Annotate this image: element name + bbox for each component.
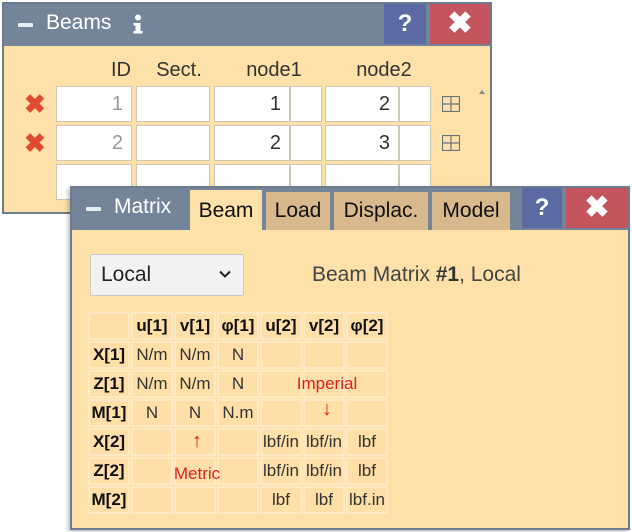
minimize-icon[interactable] — [18, 23, 33, 27]
tab-beam[interactable]: Beam — [190, 190, 262, 232]
frame-select-value: Local — [101, 263, 152, 286]
column-header-node1: node1 — [246, 59, 302, 81]
beam-id-field[interactable]: 1 — [56, 86, 132, 122]
matrix-column-header: u[2] — [260, 312, 302, 340]
matrix-cell: lbf — [303, 486, 345, 514]
matrix-cell: N — [217, 341, 259, 369]
imperial-label: Imperial — [296, 374, 358, 393]
tab-model[interactable]: Model — [432, 192, 510, 230]
beam-node2-extra-field[interactable] — [399, 86, 431, 122]
matrix-cell: N/m — [131, 341, 173, 369]
matrix-cell: lbf — [346, 457, 388, 485]
matrix-cell — [174, 486, 216, 514]
matrix-row-header: X[2] — [88, 428, 130, 456]
matrix-cell: N/m — [174, 370, 216, 398]
matrix-row-header: X[1] — [88, 341, 130, 369]
matrix-cell — [346, 341, 388, 369]
matrix-cell: lbf.in — [346, 486, 388, 514]
delete-row-icon[interactable]: ✖ — [24, 91, 46, 117]
beam-node1-field[interactable]: 1 — [214, 86, 290, 122]
close-button[interactable]: ✖ — [430, 4, 490, 44]
matrix-title: Matrix — [114, 195, 172, 218]
matrix-corner-cell — [88, 312, 130, 340]
help-button[interactable]: ? — [522, 188, 562, 228]
matrix-cell: N — [217, 370, 259, 398]
frame-select[interactable]: Local — [90, 254, 244, 296]
delete-row-icon[interactable]: ✖ — [24, 130, 46, 156]
matrix-cell — [260, 399, 302, 427]
beam-id-field[interactable]: 2 — [56, 125, 132, 161]
matrix-titlebar[interactable]: Matrix Beam Load Displac. Model ? ✖ — [72, 188, 628, 232]
up-arrow-icon: ↑ — [192, 430, 202, 452]
matrix-row-header: Z[1] — [88, 370, 130, 398]
column-header-id: ID — [111, 59, 131, 81]
matrix-cell: N.m — [217, 399, 259, 427]
table-grid-icon[interactable] — [442, 96, 460, 112]
matrix-column-header: v[2] — [303, 312, 345, 340]
matrix-cell: N — [174, 399, 216, 427]
column-header-sect: Sect. — [156, 59, 202, 81]
matrix-column-header: φ[1] — [217, 312, 259, 340]
matrix-cell — [131, 428, 173, 456]
help-button[interactable]: ? — [384, 4, 426, 44]
matrix-cell — [346, 399, 388, 427]
matrix-cell: lbf/in — [303, 428, 345, 456]
matrix-cell: lbf — [346, 428, 388, 456]
matrix-cell: lbf/in — [303, 457, 345, 485]
matrix-heading: Beam Matrix #1, Local — [312, 263, 521, 286]
beams-titlebar[interactable]: Beams ? ✖ — [4, 4, 490, 46]
beam-node1-extra-field[interactable] — [290, 86, 322, 122]
beam-node2-field[interactable]: 3 — [325, 125, 399, 161]
scroll-up-arrow-icon[interactable] — [479, 90, 485, 94]
minimize-icon[interactable] — [86, 207, 101, 211]
beam-node2-extra-field[interactable] — [399, 125, 431, 161]
tab-displacement[interactable]: Displac. — [334, 192, 428, 230]
matrix-cell — [217, 486, 259, 514]
matrix-column-header: u[1] — [131, 312, 173, 340]
chevron-down-icon — [219, 270, 231, 278]
down-arrow-icon: ↓ — [322, 398, 332, 420]
matrix-cell: N/m — [174, 341, 216, 369]
matrix-cell: lbf/in — [260, 428, 302, 456]
matrix-cell — [303, 341, 345, 369]
beam-node2-field[interactable]: 2 — [325, 86, 399, 122]
metric-label: Metric — [173, 464, 221, 483]
beam-section-field[interactable] — [136, 125, 210, 161]
matrix-cell: lbf/in — [260, 457, 302, 485]
tab-load[interactable]: Load — [266, 192, 330, 230]
table-grid-icon[interactable] — [442, 135, 460, 151]
beam-node1-field[interactable]: 2 — [214, 125, 290, 161]
matrix-cell — [131, 486, 173, 514]
beam-section-field[interactable] — [136, 86, 210, 122]
matrix-row-header: M[2] — [88, 486, 130, 514]
matrix-column-header: v[1] — [174, 312, 216, 340]
beams-window: Beams ? ✖ ID Sect. node1 node2 ✖ 1 1 2 ✖… — [2, 2, 492, 214]
matrix-row-header: Z[2] — [88, 457, 130, 485]
matrix-cell — [260, 341, 302, 369]
matrix-cell: lbf — [260, 486, 302, 514]
matrix-cell — [217, 428, 259, 456]
matrix-row-header: M[1] — [88, 399, 130, 427]
column-header-node2: node2 — [356, 59, 412, 81]
matrix-cell: N/m — [131, 370, 173, 398]
close-button[interactable]: ✖ — [566, 188, 628, 228]
info-icon[interactable] — [131, 14, 145, 36]
beam-node1-extra-field[interactable] — [290, 125, 322, 161]
beams-title: Beams — [46, 11, 112, 34]
matrix-window: Matrix Beam Load Displac. Model ? ✖ Loca… — [70, 186, 630, 530]
matrix-column-header: φ[2] — [346, 312, 388, 340]
matrix-cell: N — [131, 399, 173, 427]
